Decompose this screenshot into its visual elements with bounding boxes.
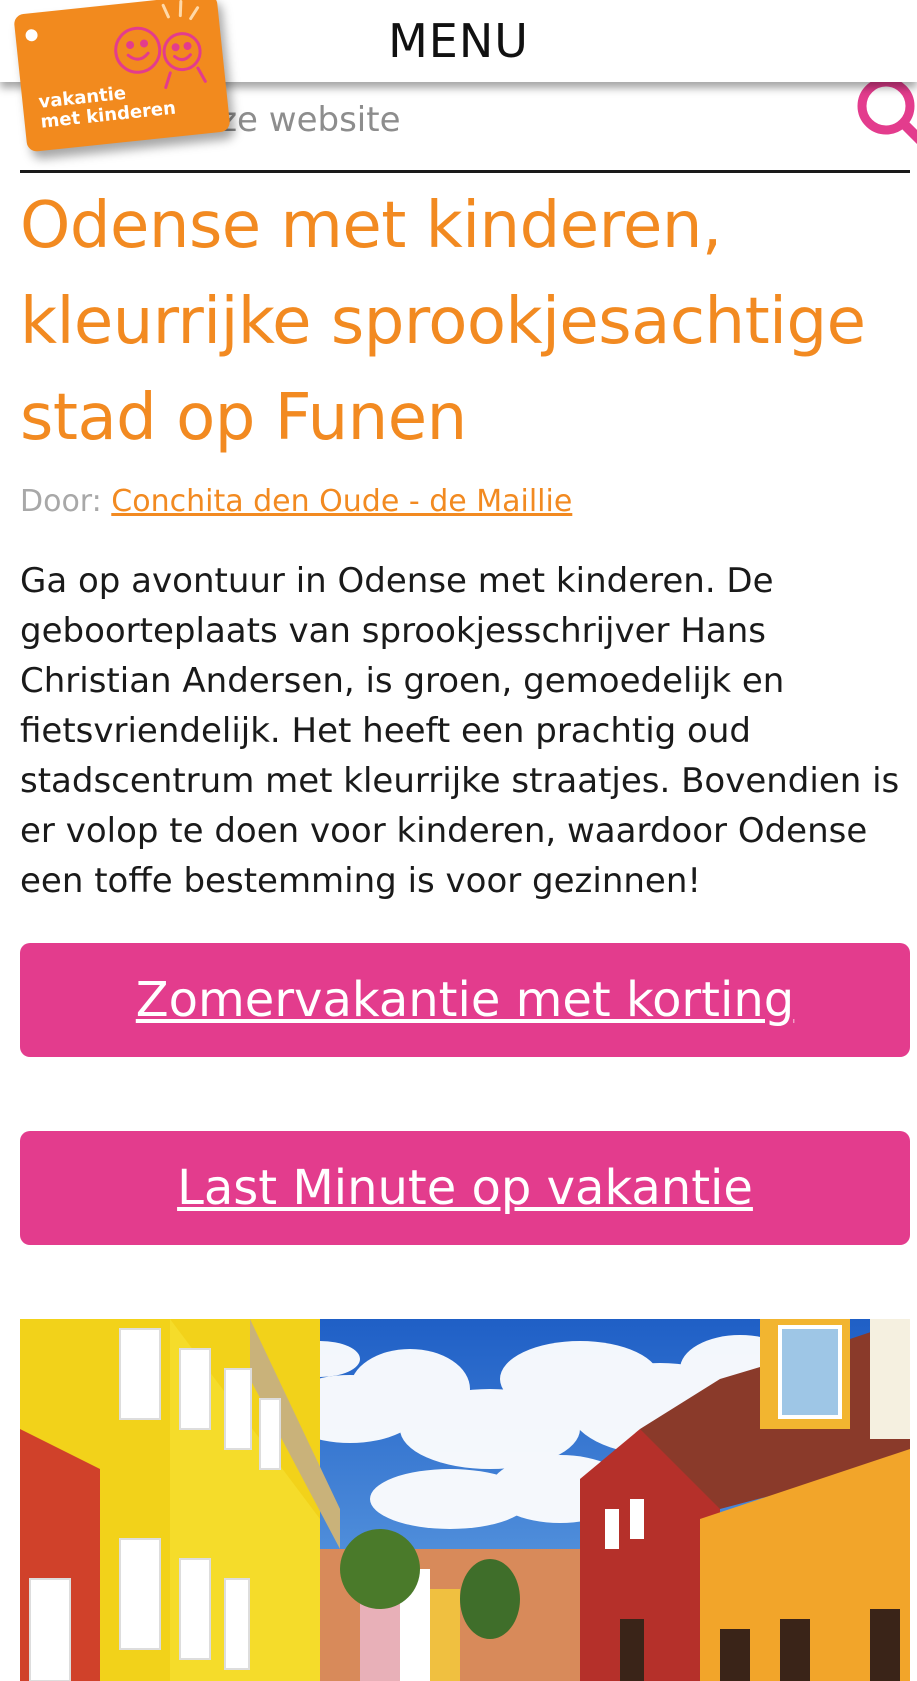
author-link[interactable]: Conchita den Oude - de Maillie: [111, 484, 572, 519]
byline-prefix: Door:: [20, 484, 102, 519]
intro-paragraph: Ga op avontuur in Odense met kinderen. D…: [20, 561, 900, 901]
last-minute-button[interactable]: Last Minute op vakantie: [20, 1131, 910, 1245]
logo-text: vakantie met kinderen: [38, 79, 177, 133]
logo-dot: [24, 28, 39, 42]
search-icon[interactable]: [850, 72, 917, 152]
colorful-street-image: [20, 1319, 910, 1681]
byline: Door: Conchita den Oude - de Maillie: [20, 484, 572, 519]
page-title: Odense met kinderen, kleurrijke sprookje…: [20, 189, 866, 455]
summer-discount-button[interactable]: Zomervakantie met korting: [20, 943, 910, 1057]
site-logo[interactable]: vakantie met kinderen: [13, 0, 231, 153]
hero-image: [20, 1319, 910, 1681]
